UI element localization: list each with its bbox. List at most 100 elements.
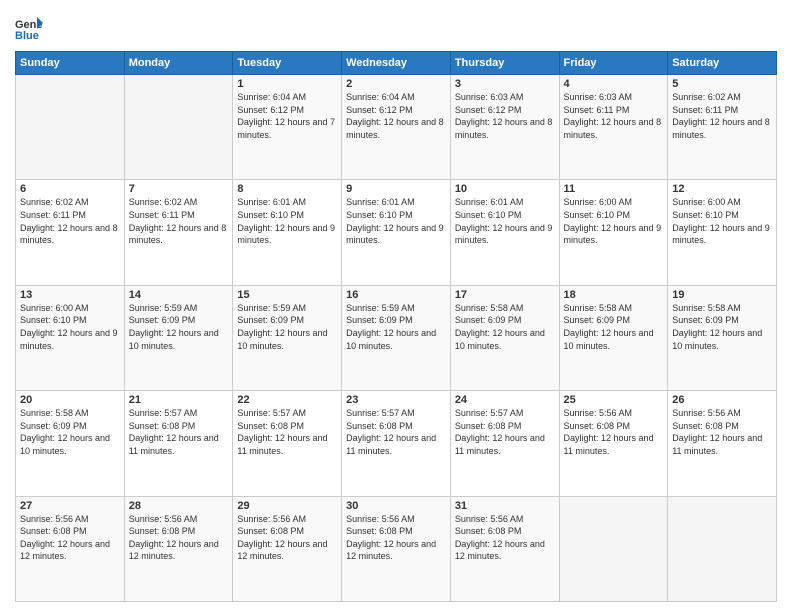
day-number: 7 (129, 183, 229, 195)
calendar-cell: 23Sunrise: 5:57 AM Sunset: 6:08 PM Dayli… (342, 391, 451, 496)
calendar-cell: 26Sunrise: 5:56 AM Sunset: 6:08 PM Dayli… (668, 391, 777, 496)
logo-icon: General Blue (15, 15, 43, 43)
day-info: Sunrise: 5:58 AM Sunset: 6:09 PM Dayligh… (672, 302, 772, 352)
day-number: 1 (237, 78, 337, 90)
calendar-cell: 13Sunrise: 6:00 AM Sunset: 6:10 PM Dayli… (16, 285, 125, 390)
day-number: 31 (455, 500, 555, 512)
day-info: Sunrise: 5:59 AM Sunset: 6:09 PM Dayligh… (346, 302, 446, 352)
calendar-cell: 1Sunrise: 6:04 AM Sunset: 6:12 PM Daylig… (233, 75, 342, 180)
day-number: 24 (455, 394, 555, 406)
weekday-header-wednesday: Wednesday (342, 52, 451, 75)
calendar-cell: 10Sunrise: 6:01 AM Sunset: 6:10 PM Dayli… (450, 180, 559, 285)
weekday-header-saturday: Saturday (668, 52, 777, 75)
day-info: Sunrise: 5:59 AM Sunset: 6:09 PM Dayligh… (237, 302, 337, 352)
calendar-cell: 7Sunrise: 6:02 AM Sunset: 6:11 PM Daylig… (124, 180, 233, 285)
day-number: 21 (129, 394, 229, 406)
day-number: 26 (672, 394, 772, 406)
weekday-header-monday: Monday (124, 52, 233, 75)
day-number: 5 (672, 78, 772, 90)
svg-text:Blue: Blue (15, 30, 39, 42)
day-number: 18 (564, 289, 664, 301)
day-info: Sunrise: 6:04 AM Sunset: 6:12 PM Dayligh… (346, 91, 446, 141)
calendar-cell: 28Sunrise: 5:56 AM Sunset: 6:08 PM Dayli… (124, 496, 233, 601)
calendar-cell: 14Sunrise: 5:59 AM Sunset: 6:09 PM Dayli… (124, 285, 233, 390)
day-number: 30 (346, 500, 446, 512)
day-info: Sunrise: 6:01 AM Sunset: 6:10 PM Dayligh… (237, 196, 337, 246)
day-number: 15 (237, 289, 337, 301)
logo: General Blue (15, 15, 43, 43)
weekday-header-sunday: Sunday (16, 52, 125, 75)
calendar-table: SundayMondayTuesdayWednesdayThursdayFrid… (15, 51, 777, 602)
day-info: Sunrise: 5:58 AM Sunset: 6:09 PM Dayligh… (564, 302, 664, 352)
day-info: Sunrise: 6:00 AM Sunset: 6:10 PM Dayligh… (20, 302, 120, 352)
day-info: Sunrise: 5:57 AM Sunset: 6:08 PM Dayligh… (129, 407, 229, 457)
day-number: 17 (455, 289, 555, 301)
day-number: 20 (20, 394, 120, 406)
weekday-header-friday: Friday (559, 52, 668, 75)
calendar-cell (559, 496, 668, 601)
calendar-week-2: 6 Sunrise: 6:02 AM Sunset: 6:11 PM Daylig… (16, 180, 777, 285)
calendar-cell: 2Sunrise: 6:04 AM Sunset: 6:12 PM Daylig… (342, 75, 451, 180)
day-info: Sunrise: 5:56 AM Sunset: 6:08 PM Dayligh… (672, 407, 772, 457)
calendar-cell: 29Sunrise: 5:56 AM Sunset: 6:08 PM Dayli… (233, 496, 342, 601)
calendar-cell: 8Sunrise: 6:01 AM Sunset: 6:10 PM Daylig… (233, 180, 342, 285)
calendar-cell: 22Sunrise: 5:57 AM Sunset: 6:08 PM Dayli… (233, 391, 342, 496)
calendar-week-4: 20Sunrise: 5:58 AM Sunset: 6:09 PM Dayli… (16, 391, 777, 496)
calendar-cell: 15Sunrise: 5:59 AM Sunset: 6:09 PM Dayli… (233, 285, 342, 390)
day-info: Sunrise: 5:58 AM Sunset: 6:09 PM Dayligh… (455, 302, 555, 352)
day-number: 8 (237, 183, 337, 195)
day-number: 10 (455, 183, 555, 195)
day-info: Sunrise: 5:58 AM Sunset: 6:09 PM Dayligh… (20, 407, 120, 457)
calendar-cell: 12Sunrise: 6:00 AM Sunset: 6:10 PM Dayli… (668, 180, 777, 285)
day-number: 11 (564, 183, 664, 195)
day-number: 16 (346, 289, 446, 301)
day-info: Sunrise: 5:56 AM Sunset: 6:08 PM Dayligh… (564, 407, 664, 457)
day-info: Sunrise: 6:00 AM Sunset: 6:10 PM Dayligh… (672, 196, 772, 246)
day-number: 3 (455, 78, 555, 90)
calendar-cell: 5Sunrise: 6:02 AM Sunset: 6:11 PM Daylig… (668, 75, 777, 180)
day-info: Sunrise: 5:56 AM Sunset: 6:08 PM Dayligh… (455, 513, 555, 563)
day-number: 22 (237, 394, 337, 406)
calendar-cell: 20Sunrise: 5:58 AM Sunset: 6:09 PM Dayli… (16, 391, 125, 496)
calendar-cell: 4Sunrise: 6:03 AM Sunset: 6:11 PM Daylig… (559, 75, 668, 180)
day-number: 6 (20, 183, 120, 195)
day-info: Sunrise: 6:03 AM Sunset: 6:12 PM Dayligh… (455, 91, 555, 141)
day-info: Sunrise: 5:57 AM Sunset: 6:08 PM Dayligh… (237, 407, 337, 457)
day-number: 27 (20, 500, 120, 512)
day-info: Sunrise: 6:02 AM Sunset: 6:11 PM Dayligh… (129, 196, 229, 246)
weekday-header-tuesday: Tuesday (233, 52, 342, 75)
day-number: 12 (672, 183, 772, 195)
day-number: 9 (346, 183, 446, 195)
day-info: Sunrise: 6:01 AM Sunset: 6:10 PM Dayligh… (346, 196, 446, 246)
calendar-header-row: SundayMondayTuesdayWednesdayThursdayFrid… (16, 52, 777, 75)
day-number: 28 (129, 500, 229, 512)
calendar-cell (124, 75, 233, 180)
calendar-week-1: 1Sunrise: 6:04 AM Sunset: 6:12 PM Daylig… (16, 75, 777, 180)
calendar-cell: 21Sunrise: 5:57 AM Sunset: 6:08 PM Dayli… (124, 391, 233, 496)
day-info: Sunrise: 5:56 AM Sunset: 6:08 PM Dayligh… (129, 513, 229, 563)
day-number: 14 (129, 289, 229, 301)
calendar-cell (668, 496, 777, 601)
calendar-week-3: 13Sunrise: 6:00 AM Sunset: 6:10 PM Dayli… (16, 285, 777, 390)
page-header: General Blue (15, 15, 777, 43)
day-info: Sunrise: 6:00 AM Sunset: 6:10 PM Dayligh… (564, 196, 664, 246)
calendar-cell: 3Sunrise: 6:03 AM Sunset: 6:12 PM Daylig… (450, 75, 559, 180)
day-info: Sunrise: 6:03 AM Sunset: 6:11 PM Dayligh… (564, 91, 664, 141)
calendar-cell: 6Sunrise: 6:02 AM Sunset: 6:11 PM Daylig… (16, 180, 125, 285)
calendar-cell: 18Sunrise: 5:58 AM Sunset: 6:09 PM Dayli… (559, 285, 668, 390)
calendar-cell: 25Sunrise: 5:56 AM Sunset: 6:08 PM Dayli… (559, 391, 668, 496)
day-number: 2 (346, 78, 446, 90)
day-info: Sunrise: 5:57 AM Sunset: 6:08 PM Dayligh… (346, 407, 446, 457)
day-number: 25 (564, 394, 664, 406)
calendar-cell: 17Sunrise: 5:58 AM Sunset: 6:09 PM Dayli… (450, 285, 559, 390)
calendar-cell: 30Sunrise: 5:56 AM Sunset: 6:08 PM Dayli… (342, 496, 451, 601)
calendar-cell: 31Sunrise: 5:56 AM Sunset: 6:08 PM Dayli… (450, 496, 559, 601)
day-number: 4 (564, 78, 664, 90)
calendar-cell: 24Sunrise: 5:57 AM Sunset: 6:08 PM Dayli… (450, 391, 559, 496)
day-info: Sunrise: 5:56 AM Sunset: 6:08 PM Dayligh… (237, 513, 337, 563)
day-info: Sunrise: 6:01 AM Sunset: 6:10 PM Dayligh… (455, 196, 555, 246)
day-number: 19 (672, 289, 772, 301)
day-info: Sunrise: 5:56 AM Sunset: 6:08 PM Dayligh… (346, 513, 446, 563)
day-info: Sunrise: 6:04 AM Sunset: 6:12 PM Dayligh… (237, 91, 337, 141)
day-number: 29 (237, 500, 337, 512)
